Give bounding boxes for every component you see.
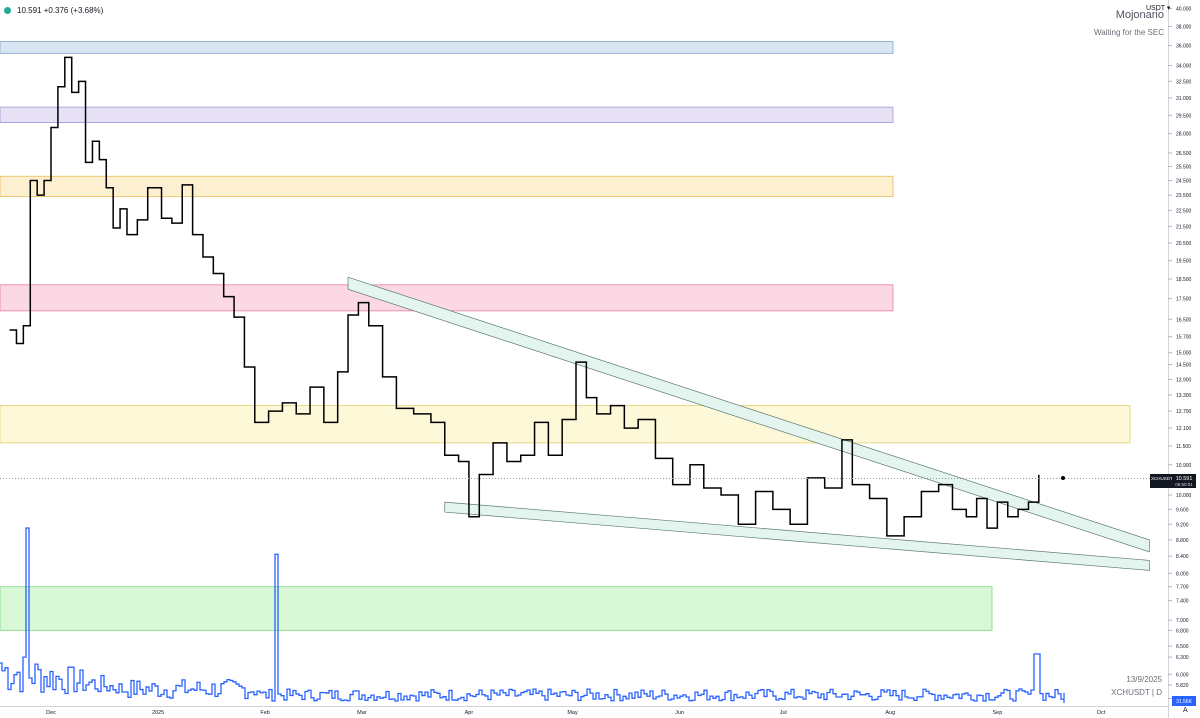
auto-scale-button[interactable]: A — [1183, 707, 1188, 714]
y-tick-label: 36.000 — [1176, 43, 1192, 49]
chevron-down-icon: ▾ — [1166, 5, 1171, 12]
y-tick-label: 5.820 — [1176, 683, 1189, 689]
last-price-tag: XCHUSDT 10.591 09:50:01 — [1150, 474, 1196, 488]
y-tick-label: 38.000 — [1176, 24, 1192, 30]
band-yellow[interactable] — [0, 405, 1131, 444]
y-tick-label: 40.000 — [1176, 6, 1192, 12]
y-tick-label: 32.500 — [1176, 79, 1192, 85]
y-tick-label: 8.400 — [1176, 554, 1189, 560]
y-tick-label: 6.800 — [1176, 628, 1189, 634]
chart-footer-info: 13/9/2025 XCHUSDT | D — [1111, 673, 1162, 699]
y-tick-label: 10.000 — [1176, 493, 1192, 499]
x-tick-label: Sep — [992, 710, 1002, 716]
band-pink[interactable] — [0, 284, 894, 312]
y-tick-label: 17.500 — [1176, 297, 1192, 303]
market-status-icon — [4, 6, 11, 14]
x-tick-label: Dec — [46, 710, 56, 716]
x-tick-label: Jun — [675, 710, 684, 716]
symbol-header[interactable]: 10.591 +0.376 (+3.68%) — [4, 3, 103, 17]
y-tick-label: 31.000 — [1176, 96, 1192, 102]
x-tick-label: May — [567, 710, 578, 716]
x-tick-label: Mar — [357, 710, 367, 716]
y-tick-label: 21.500 — [1176, 224, 1192, 230]
y-tick-label: 12.700 — [1176, 409, 1192, 415]
y-tick-label: 20.500 — [1176, 241, 1192, 247]
y-tick-label: 7.000 — [1176, 618, 1189, 624]
volume-value: 31.56K — [1176, 699, 1193, 705]
author-subtitle: Waiting for the SEC — [1094, 28, 1164, 37]
y-tick-label: 18.500 — [1176, 277, 1192, 283]
chart-canvas[interactable]: 40.000 38.000 36.000 34.000 32.500 31.000 29.5… — [0, 0, 1200, 718]
y-tick-label: 8.800 — [1176, 538, 1189, 544]
y-tick-label: 19.500 — [1176, 259, 1192, 265]
y-tick-label: 25.500 — [1176, 164, 1192, 170]
y-tick-label: 13.300 — [1176, 393, 1192, 399]
x-tick-label: Aug — [885, 710, 895, 716]
y-tick-label: 15.700 — [1176, 335, 1192, 341]
y-tick-label: 12.100 — [1176, 426, 1192, 432]
price-change-text: 10.591 +0.376 (+3.68%) — [17, 5, 104, 15]
y-tick-label: 9.600 — [1176, 507, 1189, 513]
band-green[interactable] — [0, 586, 993, 631]
y-tick-label: 23.500 — [1176, 193, 1192, 199]
y-tick-label: 24.500 — [1176, 179, 1192, 185]
band-blue[interactable] — [0, 41, 894, 54]
y-tick-label: 28.000 — [1176, 132, 1192, 138]
x-tick-label: 2025 — [152, 710, 164, 716]
currency-selector[interactable]: USDT ▾ — [1146, 4, 1170, 12]
y-tick-label: 11.500 — [1176, 444, 1191, 450]
x-tick-label: Oct — [1097, 710, 1106, 716]
x-tick-label: Jul — [780, 710, 787, 716]
y-tick-label: 13.900 — [1176, 377, 1192, 383]
y-tick-label: 14.500 — [1176, 363, 1192, 369]
y-tick-label: 6.500 — [1176, 644, 1189, 650]
y-tick-label: 6.000 — [1176, 672, 1189, 678]
y-tick-label: 16.500 — [1176, 317, 1192, 323]
countdown: 09:50:01 — [1175, 482, 1193, 487]
y-tick-label: 6.300 — [1176, 655, 1189, 661]
last-price-symbol: XCHUSDT — [1151, 476, 1173, 481]
y-tick-label: 7.400 — [1176, 599, 1189, 605]
currency-label: USDT — [1146, 5, 1165, 12]
band-orange[interactable] — [0, 175, 894, 198]
last-price-dot — [1061, 476, 1065, 480]
band-purple[interactable] — [0, 106, 894, 123]
y-tick-label: 8.000 — [1176, 571, 1189, 577]
y-tick-label: 26.500 — [1176, 151, 1192, 157]
y-tick-label: 34.000 — [1176, 64, 1192, 70]
y-tick-label: 10.900 — [1176, 463, 1192, 469]
y-tick-label: 9.200 — [1176, 522, 1189, 528]
y-tick-label: 22.500 — [1176, 208, 1192, 214]
author-signature: Mojonario Waiting for the SEC — [1094, 9, 1164, 37]
x-tick-label: Feb — [260, 710, 269, 716]
x-tick-label: Apr — [465, 710, 474, 716]
y-tick-label: 29.500 — [1176, 113, 1192, 119]
y-tick-label: 7.700 — [1176, 585, 1189, 591]
y-tick-label: 15.000 — [1176, 351, 1192, 357]
volume-tag: 31.56K — [1172, 696, 1196, 706]
symbol-timeframe: XCHUSDT | D — [1111, 688, 1162, 697]
snapshot-date: 13/9/2025 — [1126, 675, 1162, 684]
